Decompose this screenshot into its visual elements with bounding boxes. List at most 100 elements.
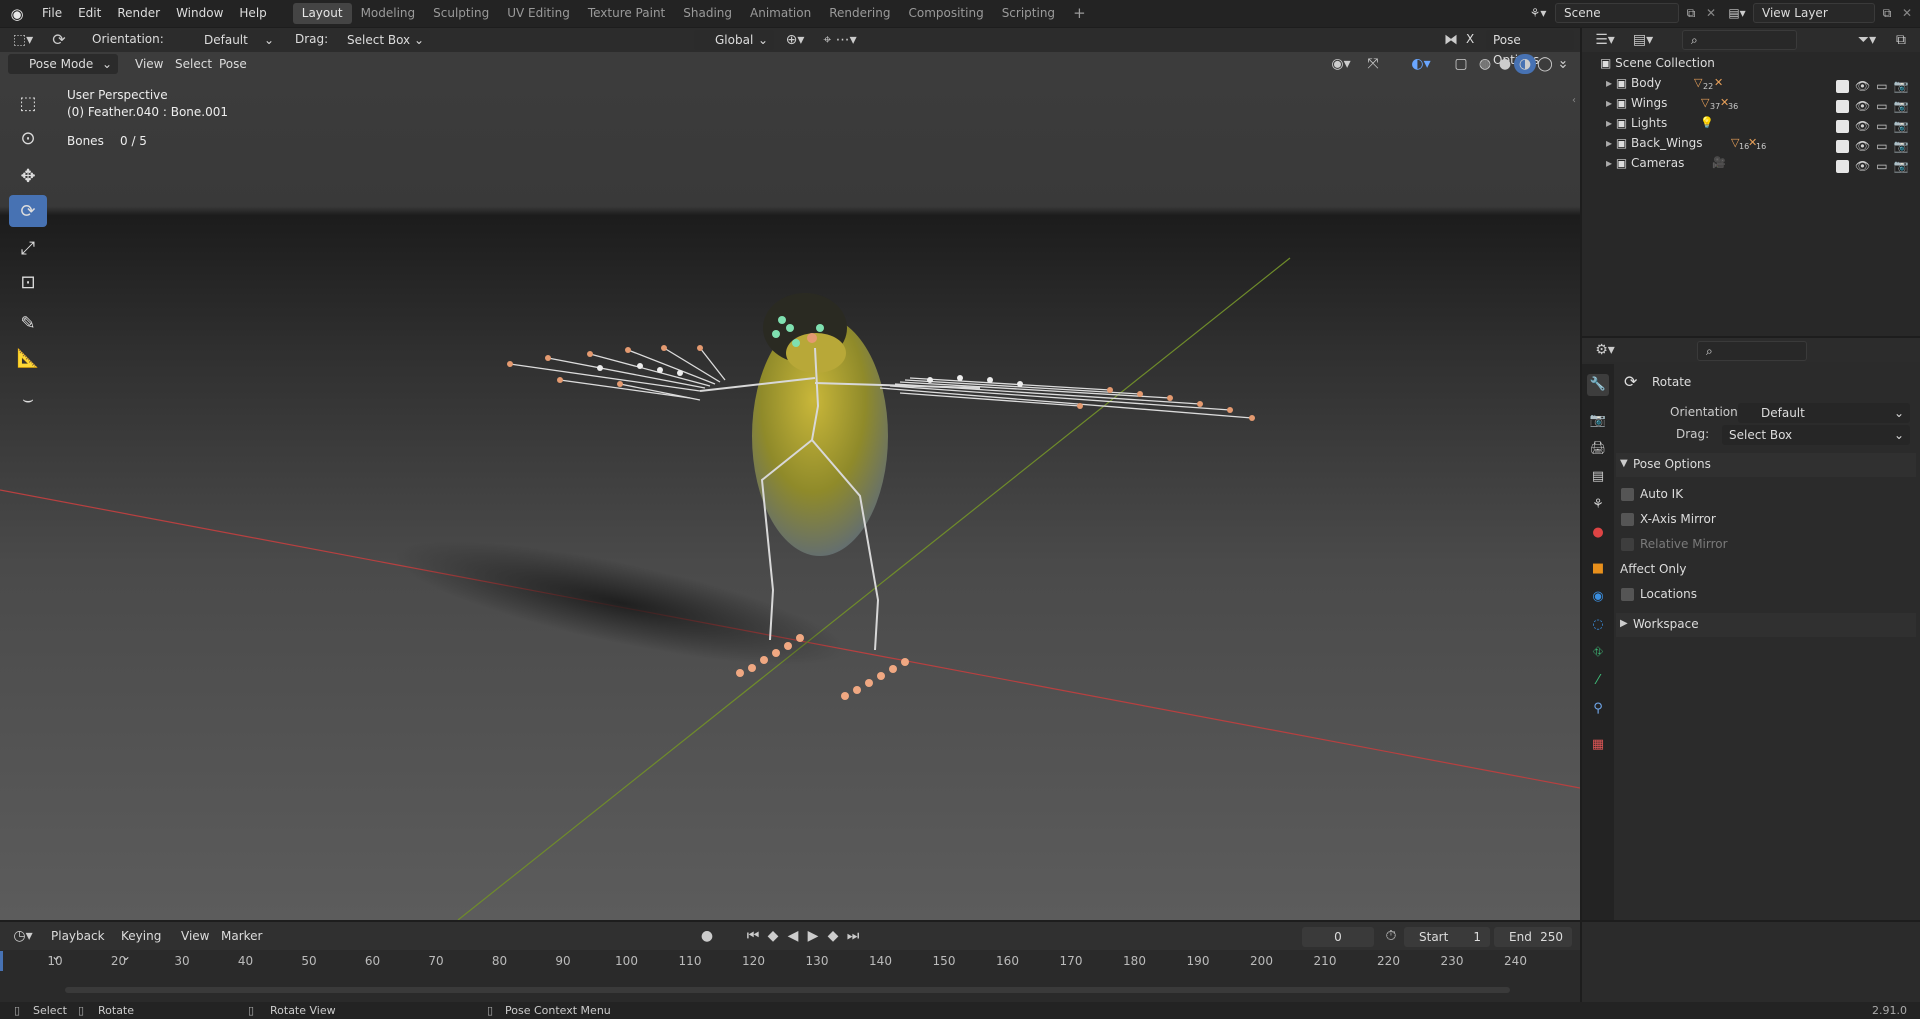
tab-sculpting[interactable]: Sculpting [424, 3, 498, 24]
x-mirror-toggle[interactable]: X [1466, 32, 1474, 46]
new-collection-icon[interactable]: ⧉ [1890, 30, 1912, 50]
relative-mirror-checkbox[interactable]: Relative Mirror [1621, 537, 1728, 551]
display-mode-icon[interactable]: ▤▾ [1628, 30, 1658, 50]
xray-icon[interactable]: ▢ [1450, 54, 1472, 74]
bone-constraints-tab-icon[interactable]: ⚲ [1587, 698, 1609, 720]
chevron-down-icon[interactable]: ⌄ [1552, 54, 1574, 74]
view-layer-selector[interactable]: View Layer [1753, 3, 1875, 23]
new-view-layer-icon[interactable]: ⧉ [1876, 3, 1898, 23]
orientation-dropdown[interactable]: Default ⌄ [180, 30, 280, 50]
tab-animation[interactable]: Animation [741, 3, 820, 24]
checkbox[interactable] [1621, 537, 1634, 551]
auto-ik-checkbox[interactable]: Auto IK [1621, 487, 1683, 501]
expand-arrow-icon[interactable]: ▸ [1606, 76, 1616, 90]
add-workspace-button[interactable]: + [1064, 3, 1095, 24]
play-icon[interactable]: ▶ [802, 926, 824, 946]
tab-compositing[interactable]: Compositing [899, 3, 992, 24]
play-reverse-icon[interactable]: ◀ [782, 926, 804, 946]
editor-type-icon[interactable]: ⚙▾ [1590, 340, 1620, 360]
render-toggle-icon[interactable]: 📷 [1894, 159, 1909, 173]
world-tab-icon[interactable]: ● [1587, 522, 1609, 544]
scene-collection-row[interactable]: ▣ Scene Collection [1600, 53, 1920, 73]
transform-tool-icon[interactable]: ⊡ [9, 266, 47, 298]
tab-texture-paint[interactable]: Texture Paint [579, 3, 674, 24]
pivot-point-icon[interactable]: ⊕▾ [780, 30, 810, 50]
eye-icon[interactable]: 👁 [1855, 79, 1870, 93]
render-toggle-icon[interactable]: 📷 [1894, 79, 1909, 93]
expand-arrow-icon[interactable]: ▸ [1606, 96, 1616, 110]
modifiers-tab-icon[interactable]: ◉ [1587, 586, 1609, 608]
tab-modeling[interactable]: Modeling [352, 3, 425, 24]
filter-icon[interactable]: ⏷▾ [1852, 30, 1882, 50]
armature-data-tab-icon[interactable]: ⛗ [1587, 642, 1609, 664]
material-shading-icon[interactable]: ◑ [1514, 54, 1536, 74]
tab-layout[interactable]: Layout [292, 3, 352, 24]
visibility-icon[interactable]: ◉▾ [1326, 54, 1356, 74]
new-scene-icon[interactable]: ⧉ [1680, 3, 1702, 23]
next-keyframe-icon[interactable]: ◆ [822, 926, 844, 946]
current-frame-field[interactable]: 0 [1302, 927, 1374, 947]
locations-checkbox[interactable]: Locations [1621, 587, 1697, 601]
render-toggle-icon[interactable]: 📷 [1894, 99, 1909, 113]
tab-shading[interactable]: Shading [674, 3, 741, 24]
orientation-dropdown[interactable]: Default ⌄ [1738, 403, 1910, 423]
eye-icon[interactable]: 👁 [1855, 159, 1870, 173]
checkbox[interactable] [1621, 512, 1634, 526]
checkbox[interactable] [1621, 487, 1634, 501]
exclude-checkbox[interactable] [1836, 159, 1849, 173]
snap-icon[interactable]: ⌖ ⋯▾ [815, 30, 865, 50]
timeline-ruler[interactable]: 10 20 30 40 50 60 70 80 90 100 110 120 130 140 150 160 1… [0, 951, 1580, 971]
tab-uv-editing[interactable]: UV Editing [498, 3, 579, 24]
outliner-search-input[interactable]: ⌕ [1682, 30, 1797, 50]
playhead[interactable] [0, 951, 3, 971]
move-tool-icon[interactable]: ✥ [9, 160, 47, 192]
scene-selector[interactable]: Scene [1555, 3, 1679, 23]
exclude-checkbox[interactable] [1836, 99, 1849, 113]
render-tab-icon[interactable]: 📷 [1587, 410, 1609, 432]
prev-keyframe-icon[interactable]: ◆ [762, 926, 784, 946]
solid-shading-icon[interactable]: ● [1494, 54, 1516, 74]
texture-tab-icon[interactable]: ▦ [1587, 734, 1609, 756]
close-icon[interactable]: ✕ [1702, 3, 1720, 23]
annotate-tool-icon[interactable]: ✎ [9, 307, 47, 339]
view-layer-icon[interactable]: ▤▾ [1723, 3, 1751, 23]
render-toggle-icon[interactable]: 📷 [1894, 119, 1909, 133]
physics-tab-icon[interactable]: ◌ [1587, 614, 1609, 636]
menu-file[interactable]: File [34, 0, 70, 27]
menu-render[interactable]: Render [109, 0, 168, 27]
measure-tool-icon[interactable]: 📐 [9, 342, 47, 374]
jump-end-icon[interactable]: ⏭ [842, 926, 864, 946]
eye-icon[interactable]: 👁 [1855, 119, 1870, 133]
mode-dropdown[interactable]: Pose Mode ⌄ [8, 54, 118, 74]
menu-view[interactable]: View [128, 54, 170, 74]
scale-tool-icon[interactable]: ⤢ [9, 232, 47, 264]
rotate-tool-icon[interactable]: ⟳ [9, 195, 47, 227]
viewport-toggle-icon[interactable]: ▭ [1876, 139, 1887, 153]
close-icon[interactable]: ✕ [1898, 3, 1916, 23]
blender-logo-icon[interactable]: ◉ [0, 5, 34, 23]
render-toggle-icon[interactable]: 📷 [1894, 139, 1909, 153]
menu-pose[interactable]: Pose [212, 54, 254, 74]
rotate-tool-icon[interactable]: ⟳ [48, 30, 70, 50]
tool-tab-icon[interactable]: 🔧 [1587, 374, 1609, 396]
menu-help[interactable]: Help [231, 0, 274, 27]
expand-arrow-icon[interactable]: ▸ [1606, 116, 1616, 130]
view-layer-tab-icon[interactable]: ▤ [1587, 466, 1609, 488]
tab-scripting[interactable]: Scripting [993, 3, 1064, 24]
overlays-icon[interactable]: ◐▾ [1404, 54, 1438, 74]
expand-arrow-icon[interactable]: ▸ [1606, 156, 1616, 170]
wireframe-shading-icon[interactable]: ◍ [1474, 54, 1496, 74]
pose-options-dropdown[interactable]: Pose Options⌄ [1486, 30, 1574, 67]
exclude-checkbox[interactable] [1836, 139, 1849, 153]
pose-curve-tool-icon[interactable]: ⌣ [9, 383, 47, 415]
drag-dropdown[interactable]: Select Box ⌄ [1722, 425, 1910, 445]
checkbox[interactable] [1621, 587, 1634, 601]
gizmo-icon[interactable]: ⤧ [1362, 54, 1384, 74]
timeline-scrollbar[interactable] [65, 987, 1510, 993]
cursor-tool-icon[interactable]: ⊙ [9, 122, 47, 154]
clock-icon[interactable]: ⏱ [1380, 926, 1402, 946]
tab-rendering[interactable]: Rendering [820, 3, 899, 24]
editor-type-icon[interactable]: ◷▾ [8, 926, 38, 946]
end-frame-field[interactable]: End 250 [1494, 927, 1572, 947]
playback-menu[interactable]: Playback ⌄ [44, 926, 112, 963]
